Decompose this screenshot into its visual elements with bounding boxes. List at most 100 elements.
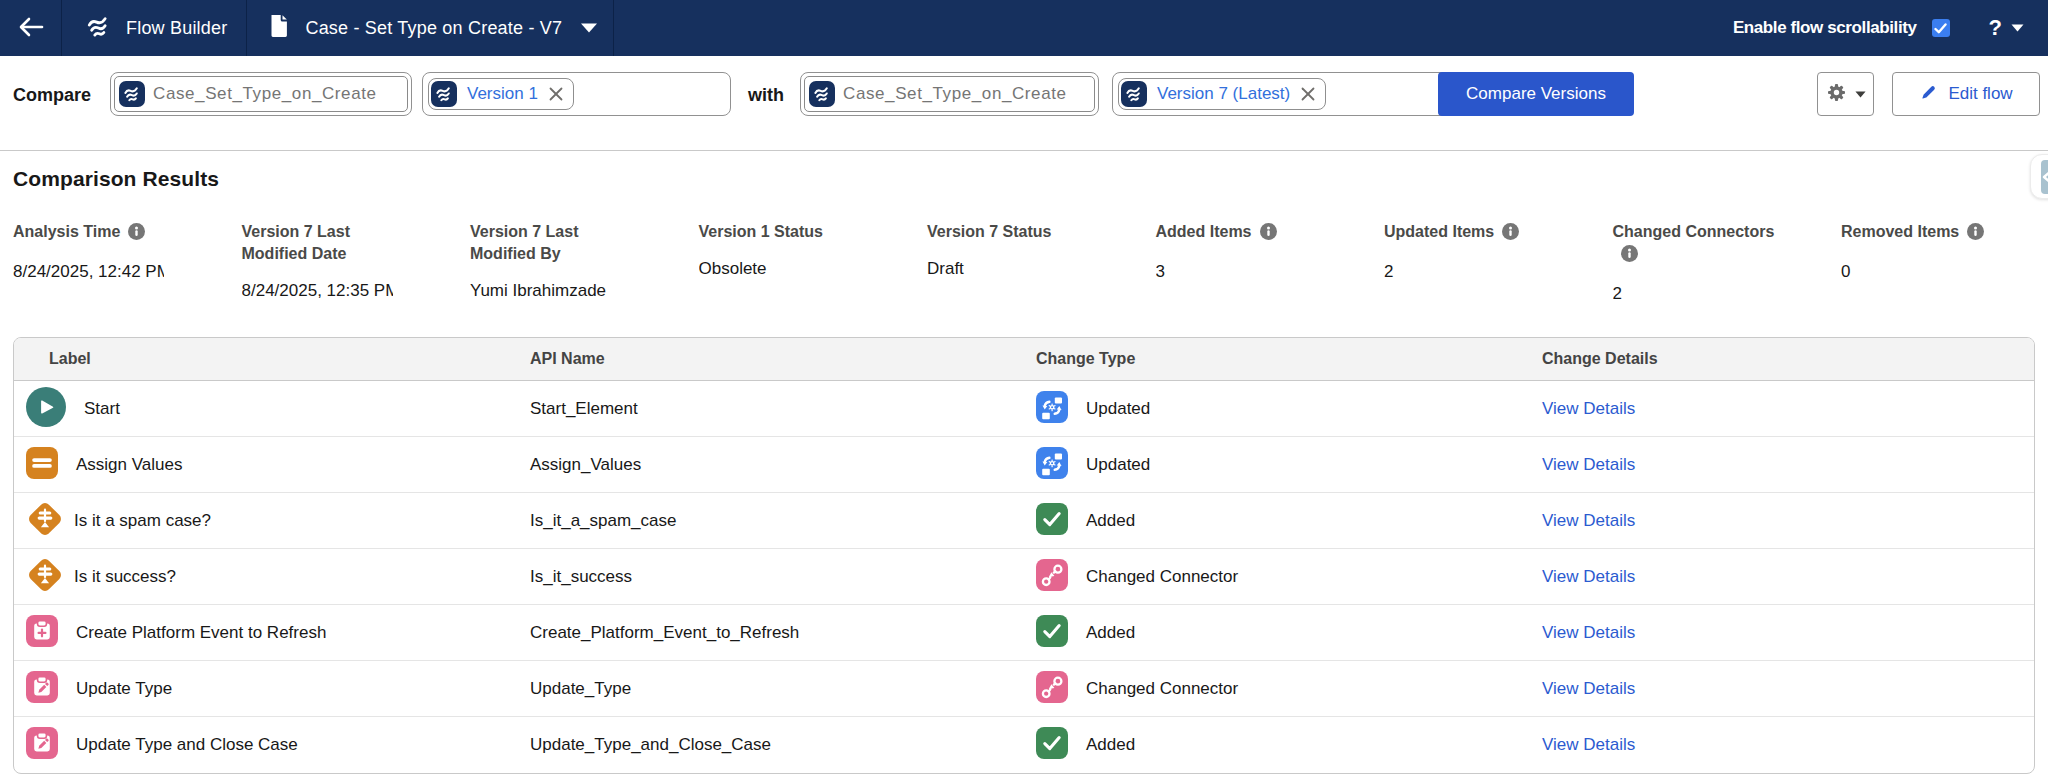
view-details-link[interactable]: View Details <box>1542 455 1635 474</box>
cell-change-details: View Details <box>1542 455 2034 475</box>
summary-stats: Analysis Time8/24/2025, 12:42 PMVersion … <box>13 221 2048 304</box>
table-row: Assign Values Assign_Values Updated View… <box>14 437 2034 493</box>
view-details-link[interactable]: View Details <box>1542 399 1635 418</box>
expand-panel-button[interactable] <box>2030 154 2048 199</box>
back-button[interactable] <box>0 0 62 56</box>
cell-change-details: View Details <box>1542 511 2034 531</box>
scrollability-checkbox[interactable] <box>1932 19 1950 37</box>
view-details-link[interactable]: View Details <box>1542 679 1635 698</box>
info-icon[interactable] <box>1502 223 1519 246</box>
version-pill-2[interactable]: Version 7 (Latest) <box>1118 78 1326 110</box>
help-caret-icon <box>2011 24 2024 32</box>
header-api-name: API Name <box>530 350 1036 368</box>
view-details-link[interactable]: View Details <box>1542 511 1635 530</box>
stat-4: Version 7 StatusDraft <box>927 221 1156 304</box>
view-details-link[interactable]: View Details <box>1542 623 1635 642</box>
cell-label: Create Platform Event to Refresh <box>14 615 530 651</box>
record-update-icon <box>26 671 58 707</box>
decision-icon <box>26 556 64 598</box>
cell-api-name: Assign_Values <box>530 455 1036 475</box>
element-label: Update Type <box>76 679 172 699</box>
table-row: Is it a spam case? Is_it_a_spam_case Add… <box>14 493 2034 549</box>
flow-title-caret-icon <box>580 19 598 37</box>
flow-select-2-value: Case_Set_Type_on_Create <box>843 84 1067 104</box>
pencil-icon <box>1919 82 1938 106</box>
stat-8: Removed Items0 <box>1841 221 2048 304</box>
app-name: Flow Builder <box>126 18 227 39</box>
element-label: Assign Values <box>76 455 182 475</box>
change-type-label: Changed Connector <box>1086 679 1238 699</box>
stat-5: Added Items3 <box>1156 221 1385 304</box>
info-icon[interactable] <box>1967 223 1984 246</box>
cell-label: Update Type and Close Case <box>14 727 530 763</box>
change-type-label: Added <box>1086 511 1135 531</box>
expand-panel-square <box>2041 160 2048 194</box>
help-icon: ? <box>1989 15 2002 41</box>
version-pill-1-label: Version 1 <box>467 84 538 104</box>
help-menu[interactable]: ? <box>1989 15 2024 41</box>
flow-title-menu[interactable]: Case - Set Type on Create - V7 <box>247 0 614 56</box>
stat-value: 0 <box>1841 262 1992 282</box>
table-row: Update Type and Close Case Update_Type_a… <box>14 717 2034 773</box>
added-icon <box>1036 727 1068 763</box>
cell-change-type: Added <box>1036 503 1542 539</box>
table-body: Start Start_Element Updated View Details… <box>14 381 2034 773</box>
cell-label: Is it a spam case? <box>14 500 530 542</box>
flow-select-2[interactable]: Case_Set_Type_on_Create <box>800 72 1099 116</box>
flow-select-1[interactable]: Case_Set_Type_on_Create <box>110 72 412 116</box>
stat-6: Updated Items2 <box>1384 221 1613 304</box>
edit-flow-label: Edit flow <box>1948 84 2012 104</box>
version-select-2[interactable]: Version 7 (Latest) <box>1112 72 1450 116</box>
view-details-link[interactable]: View Details <box>1542 735 1635 754</box>
header-label: Label <box>14 350 530 368</box>
version-pill-2-label: Version 7 (Latest) <box>1157 84 1290 104</box>
start-icon <box>26 387 66 431</box>
flow-title: Case - Set Type on Create - V7 <box>305 18 562 39</box>
info-icon[interactable] <box>1260 223 1277 246</box>
version-pill-1[interactable]: Version 1 <box>428 78 574 110</box>
cell-label: Update Type <box>14 671 530 707</box>
stat-label: Updated Items <box>1384 221 1554 246</box>
cell-api-name: Create_Platform_Event_to_Refresh <box>530 623 1036 643</box>
connector-icon <box>1036 671 1068 707</box>
stat-value: 2 <box>1613 284 1764 304</box>
cell-change-details: View Details <box>1542 567 2034 587</box>
flow-icon <box>1121 81 1147 107</box>
view-details-link[interactable]: View Details <box>1542 567 1635 586</box>
cell-change-type: Changed Connector <box>1036 559 1542 595</box>
flow-icon <box>119 81 145 107</box>
stat-label: Version 1 Status <box>699 221 869 243</box>
settings-caret-icon <box>1855 91 1866 98</box>
compare-label: Compare <box>13 85 91 106</box>
edit-flow-button[interactable]: Edit flow <box>1892 72 2040 116</box>
cell-label: Assign Values <box>14 447 530 483</box>
stat-value: Obsolete <box>699 259 850 279</box>
remove-version-1-icon[interactable] <box>548 86 564 102</box>
cell-label: Is it success? <box>14 556 530 598</box>
cell-api-name: Update_Type_and_Close_Case <box>530 735 1036 755</box>
stat-label: Changed Connectors <box>1613 221 1783 268</box>
cell-change-details: View Details <box>1542 679 2034 699</box>
element-label: Start <box>84 399 120 419</box>
change-type-label: Added <box>1086 735 1135 755</box>
cell-api-name: Is_it_success <box>530 567 1036 587</box>
cell-change-type: Added <box>1036 615 1542 651</box>
flow-icon <box>809 81 835 107</box>
decision-icon <box>26 500 64 542</box>
cell-api-name: Update_Type <box>530 679 1036 699</box>
stat-value: Yumi Ibrahimzade <box>470 281 621 301</box>
settings-button[interactable] <box>1817 72 1874 116</box>
header-change-type: Change Type <box>1036 350 1542 368</box>
remove-version-2-icon[interactable] <box>1300 86 1316 102</box>
cell-change-details: View Details <box>1542 623 2034 643</box>
top-bar: Flow Builder Case - Set Type on Create -… <box>0 0 2048 56</box>
compare-versions-button[interactable]: Compare Versions <box>1438 72 1634 116</box>
table-row: Is it success? Is_it_success Changed Con… <box>14 549 2034 605</box>
cell-change-type: Updated <box>1036 447 1542 483</box>
version-select-1[interactable]: Version 1 <box>422 72 731 116</box>
info-icon[interactable] <box>1621 245 1638 268</box>
info-icon[interactable] <box>128 223 145 246</box>
stat-value: 8/24/2025, 12:35 PM <box>242 281 393 301</box>
document-icon <box>269 14 289 42</box>
element-label: Is it success? <box>74 567 176 587</box>
